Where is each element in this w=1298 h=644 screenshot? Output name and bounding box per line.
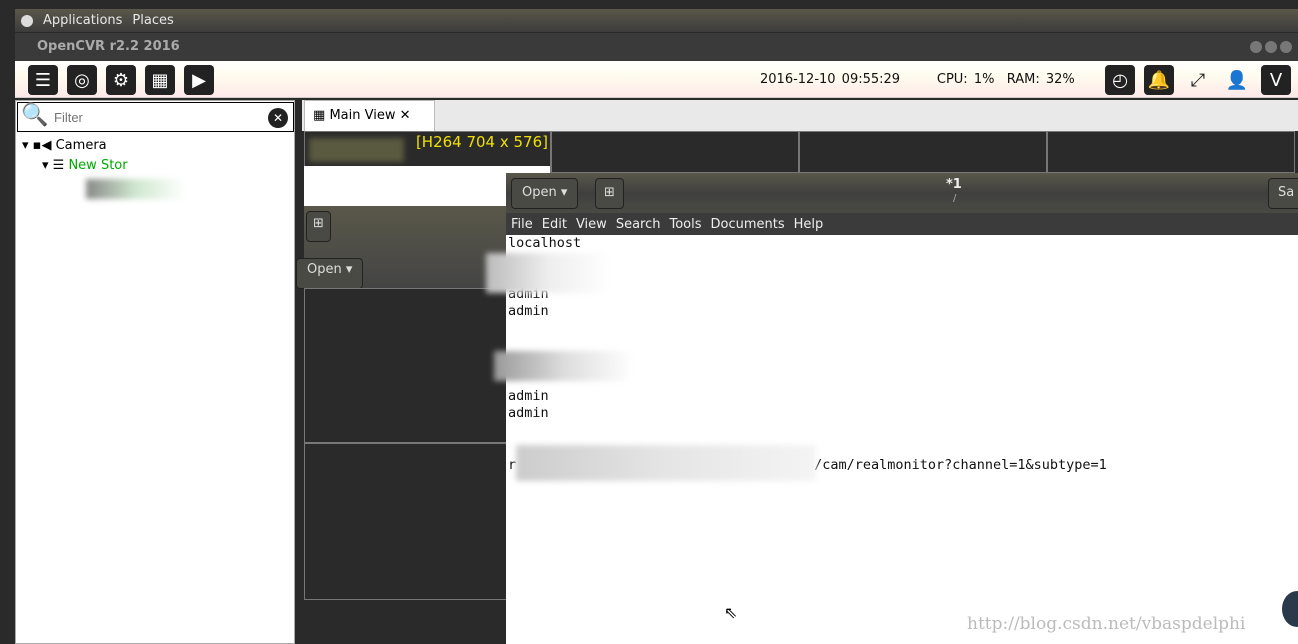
text-line: admin	[508, 303, 549, 319]
menu-view[interactable]: View	[576, 217, 607, 232]
user-icon[interactable]: 👤	[1222, 65, 1252, 95]
grid-layout-icon[interactable]: ▦	[145, 65, 175, 95]
gedit-window: Open ▾ ⊞ *1 / Sa File Edit View Search T…	[486, 173, 1298, 644]
redacted-text	[486, 253, 611, 293]
menu-file[interactable]: File	[511, 217, 533, 232]
places-menu[interactable]: Places	[132, 13, 173, 28]
fullscreen-icon[interactable]: ⤢	[1183, 65, 1213, 95]
filter-box: 🔍 ✕	[17, 102, 294, 132]
ubuntu-logo-icon	[21, 14, 33, 27]
background-window: ⊞ Open ▾	[296, 206, 508, 289]
video-cell[interactable]	[304, 288, 508, 443]
tree-label: Camera	[55, 138, 107, 153]
video-cell[interactable]	[1047, 131, 1295, 173]
gauge-icon[interactable]: ◴	[1105, 65, 1135, 95]
cpu: CPU: 1%	[936, 72, 995, 87]
document-path: /	[953, 193, 957, 204]
filter-input[interactable]	[50, 105, 264, 129]
menu-edit[interactable]: Edit	[542, 217, 567, 232]
close-button[interactable]	[1280, 41, 1292, 53]
maximize-button[interactable]	[1265, 41, 1277, 53]
new-document-icon[interactable]: ⊞	[595, 178, 624, 209]
menu-search[interactable]: Search	[616, 217, 661, 232]
gear-icon[interactable]: ⚙	[106, 65, 136, 95]
redacted-camera[interactable]	[86, 179, 186, 199]
menu-tools[interactable]: Tools	[669, 217, 701, 232]
video-cell[interactable]	[304, 443, 508, 600]
watermark: http://blog.csdn.net/vbaspdelphi	[967, 614, 1246, 634]
minimize-button[interactable]	[1250, 41, 1262, 53]
redacted-text	[494, 351, 634, 381]
window-title: OpenCVR r2.2 2016	[37, 39, 180, 54]
tab-main-view[interactable]: ▦ Main View ✕	[304, 100, 435, 131]
logo-v-icon[interactable]: V	[1261, 65, 1291, 95]
close-tab-icon[interactable]: ✕	[400, 108, 411, 123]
text-line: admin	[508, 388, 549, 404]
open-button[interactable]: Open ▾	[511, 178, 579, 209]
camera-sidebar: 🔍 ✕ ▾ ▪◀ Camera ▾ ☰ New Stor	[15, 100, 295, 644]
document-title: *1	[946, 177, 962, 192]
tree-item-new-stor[interactable]: ▾ ☰ New Stor	[42, 158, 128, 173]
top-panel: Applications Places	[15, 9, 1298, 32]
menu-documents[interactable]: Documents	[711, 217, 785, 232]
grid-icon: ▦	[313, 108, 326, 123]
stream-info: [H264 704 x 576]	[415, 133, 548, 151]
redacted-url	[516, 445, 816, 481]
save-button[interactable]: Sa	[1268, 178, 1298, 209]
video-icon[interactable]: ▶	[184, 65, 214, 95]
search-icon: 🔍	[21, 103, 49, 128]
video-cell[interactable]	[799, 131, 1047, 173]
playback-search-icon[interactable]: ◎	[67, 65, 97, 95]
tab-label: Main View	[329, 108, 396, 123]
menu-help[interactable]: Help	[794, 217, 824, 232]
window-titlebar: OpenCVR r2.2 2016	[15, 33, 1298, 61]
gedit-headerbar: Open ▾ ⊞ *1 / Sa	[506, 173, 1298, 213]
clear-filter-icon[interactable]: ✕	[268, 108, 288, 128]
bell-icon[interactable]: 🔔	[1144, 65, 1174, 95]
status-readout: 2016-12-10 09:55:29 CPU: 1% RAM: 32%	[760, 72, 1075, 87]
datetime: 2016-12-10 09:55:29	[760, 72, 901, 87]
behind-open-button[interactable]: Open ▾	[296, 258, 364, 289]
ram: RAM: 32%	[1006, 72, 1075, 87]
applications-menu[interactable]: Applications	[43, 13, 122, 28]
video-cell[interactable]	[551, 131, 799, 173]
tree-label: New Stor	[68, 158, 128, 173]
gedit-menubar: File Edit View Search Tools Documents He…	[506, 213, 1298, 235]
tree-item-camera[interactable]: ▾ ▪◀ Camera	[22, 138, 107, 153]
url-prefix: r	[508, 457, 517, 473]
text-line: localhost	[508, 235, 582, 251]
url-line: /cam/realmonitor?channel=1&subtype=1	[814, 457, 1107, 473]
list-icon[interactable]: ☰	[28, 65, 58, 95]
mouse-cursor-icon: ⇖	[724, 603, 738, 622]
new-tab-icon[interactable]: ⊞	[306, 211, 331, 242]
text-line: admin	[508, 405, 549, 421]
toolbar: ☰ ◎ ⚙ ▦ ▶ 2016-12-10 09:55:29 CPU: 1% RA…	[15, 61, 1298, 98]
scroll-nav-icon[interactable]	[1282, 591, 1298, 627]
